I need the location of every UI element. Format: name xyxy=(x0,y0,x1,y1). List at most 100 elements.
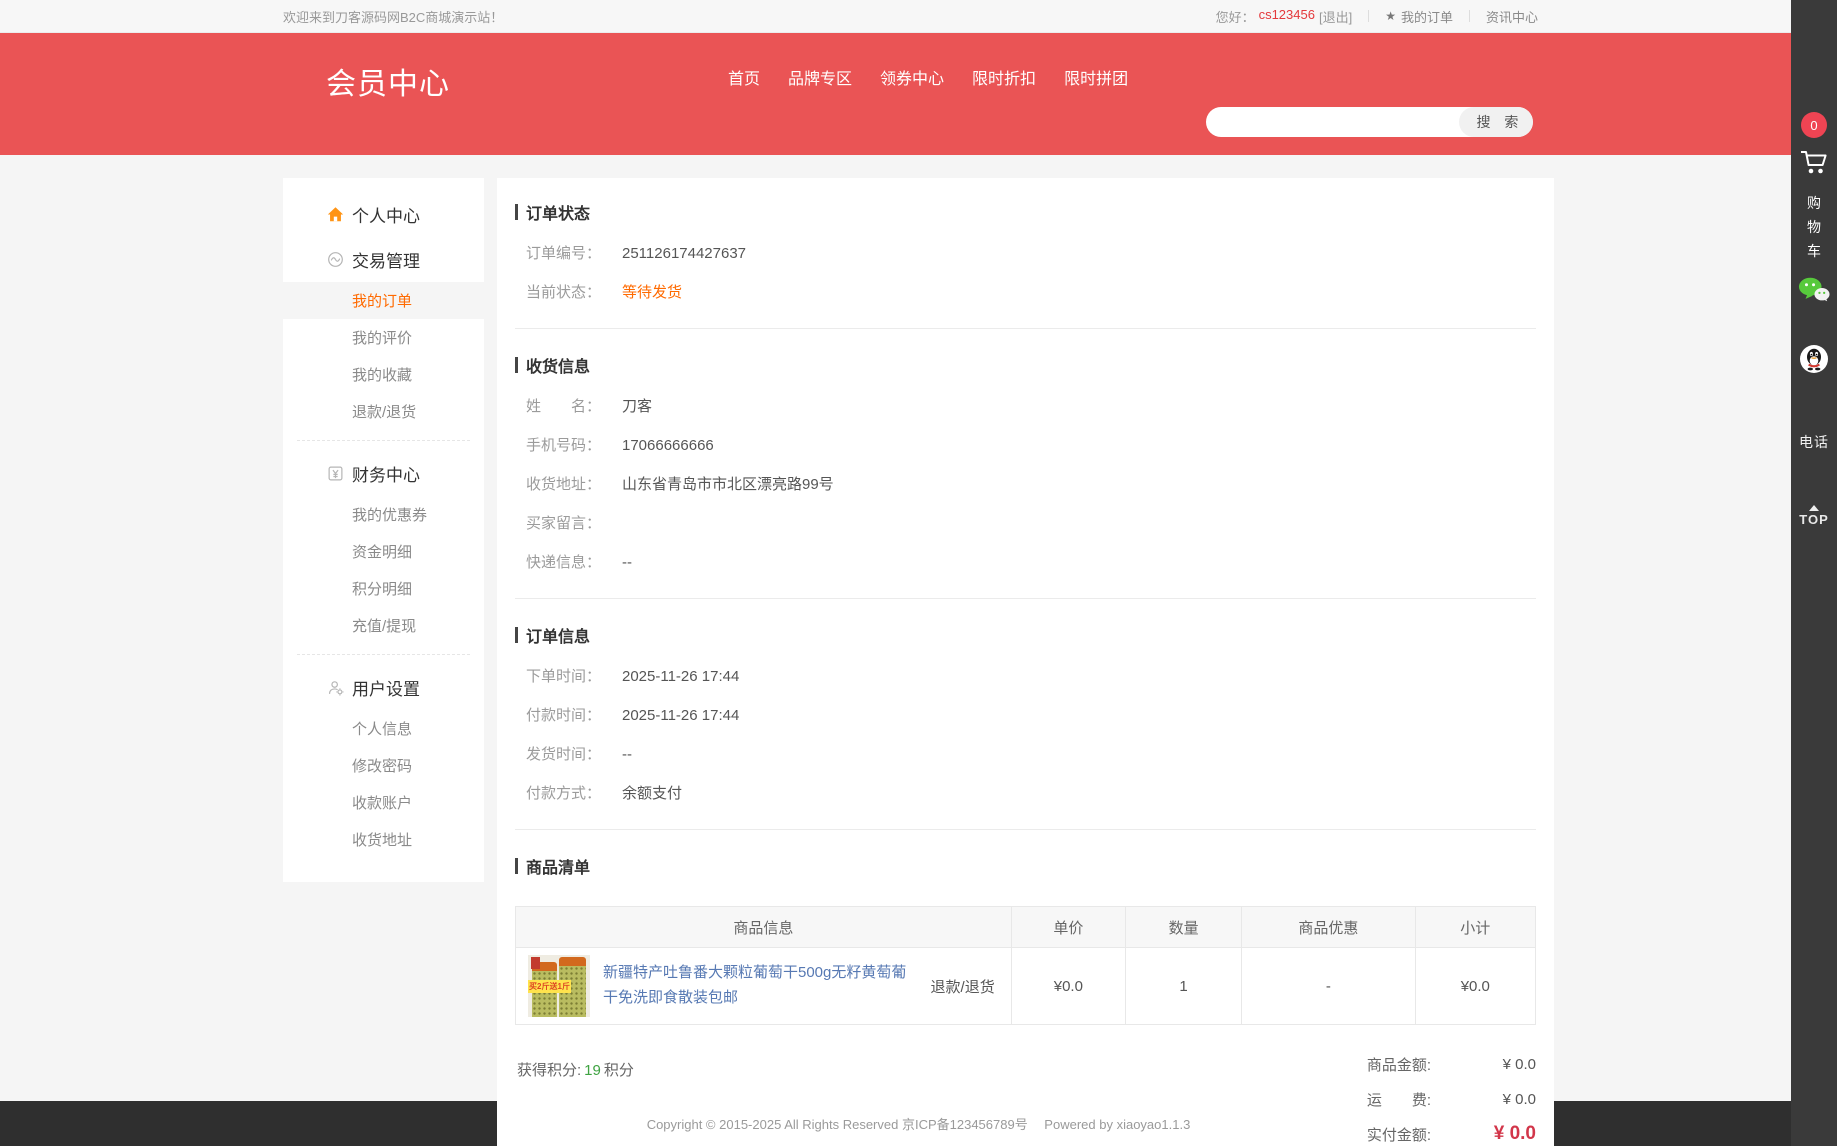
up-arrow-icon xyxy=(1809,505,1819,511)
divider xyxy=(297,654,470,655)
paid-amount: ¥ 0.0 xyxy=(1431,1123,1536,1145)
logout-link[interactable]: [退出] xyxy=(1319,7,1352,26)
goods-amount: ¥ 0.0 xyxy=(1431,1056,1536,1073)
receiver-address: 山东省青岛市市北区漂亮路99号 xyxy=(622,475,834,494)
sidebar-group-trade[interactable]: 交易管理 xyxy=(283,237,484,282)
user-greeting: 您好：cs123456[退出] xyxy=(1216,7,1369,26)
promo-badge: 买2斤送1斤 xyxy=(528,980,571,993)
nav-brands[interactable]: 品牌专区 xyxy=(788,65,852,89)
wechat-icon[interactable] xyxy=(1791,276,1837,303)
express-info: -- xyxy=(622,553,632,572)
divider xyxy=(297,440,470,441)
topbar-news-link[interactable]: 资讯中心 xyxy=(1470,7,1554,26)
trade-icon xyxy=(327,251,344,268)
site-header: 会员中心 首页 品牌专区 领券中心 限时折扣 限时拼团 搜 索 xyxy=(0,33,1837,155)
col-header-subtotal: 小计 xyxy=(1415,907,1535,948)
paid-amount-row: 实付金额: ¥ 0.0 xyxy=(1367,1123,1536,1145)
col-header-unit-price: 单价 xyxy=(1011,907,1125,948)
status-badge: 等待发货 xyxy=(622,283,682,302)
star-icon: ★ xyxy=(1385,9,1396,23)
product-title-link[interactable]: 新疆特产吐鲁番大颗粒葡萄干500g无籽黄萄葡干免洗即食散装包邮 xyxy=(603,961,918,1011)
goods-table: 商品信息 单价 数量 商品优惠 小计 xyxy=(515,906,1536,1025)
totals: 商品金额: ¥ 0.0 运 费: ¥ 0.0 实付金额: ¥ 0.0 xyxy=(1367,1053,1536,1146)
sidebar-item-recharge-withdraw[interactable]: 充值/提现 xyxy=(283,607,484,644)
cart-icon[interactable] xyxy=(1791,148,1837,176)
col-header-discount: 商品优惠 xyxy=(1242,907,1415,948)
sidebar-item-points-details[interactable]: 积分明细 xyxy=(283,570,484,607)
copyright-text: Copyright © 2015-2025 All Rights Reserve… xyxy=(647,1114,1191,1133)
sidebar-group-finance[interactable]: 财务中心 xyxy=(283,451,484,496)
paid-time-row: 付款时间： 2025-11-26 17:44 xyxy=(515,706,1536,725)
sidebar-item-personal-info[interactable]: 个人信息 xyxy=(283,710,484,747)
receiver-address-row: 收货地址： 山东省青岛市市北区漂亮路99号 xyxy=(515,475,1536,494)
sidebar-group-user-settings[interactable]: 用户设置 xyxy=(283,665,484,710)
sidebar-item-my-orders[interactable]: 我的订单 xyxy=(283,282,484,319)
receiver-name-row: 姓 名： 刀客 xyxy=(515,397,1536,416)
back-to-top-button[interactable]: TOP xyxy=(1791,505,1837,527)
table-row: 买2斤送1斤 新疆特产吐鲁番大颗粒葡萄干500g无籽黄萄葡干免洗即食散装包邮 退… xyxy=(516,948,1536,1025)
main-nav: 首页 品牌专区 领券中心 限时折扣 限时拼团 xyxy=(728,65,1128,89)
section-shipping-info: 收货信息 姓 名： 刀客 手机号码： 17066666666 收货地址： 山东省… xyxy=(515,353,1536,599)
main-area: 个人中心 交易管理 我的订单 我的评价 我的收藏 退款/退货 xyxy=(0,155,1837,1101)
order-number-row: 订单编号： 251126174427637 xyxy=(515,244,1536,263)
phone-label[interactable]: 电话 xyxy=(1791,432,1837,452)
product-subtotal: ¥0.0 xyxy=(1415,948,1535,1025)
express-info-row: 快递信息： -- xyxy=(515,553,1536,572)
nav-flash-discount[interactable]: 限时折扣 xyxy=(972,65,1036,89)
shipped-time-row: 发货时间： -- xyxy=(515,745,1536,764)
red-tag xyxy=(531,957,540,969)
product-unit-price: ¥0.0 xyxy=(1011,948,1125,1025)
refund-return-link[interactable]: 退款/退货 xyxy=(931,976,999,997)
sidebar-item-refund-return[interactable]: 退款/退货 xyxy=(283,393,484,430)
product-discount: - xyxy=(1242,948,1415,1025)
shipped-time: -- xyxy=(622,745,632,764)
section-order-info: 订单信息 下单时间： 2025-11-26 17:44 付款时间： 2025-1… xyxy=(515,623,1536,830)
nav-group-buy[interactable]: 限时拼团 xyxy=(1064,65,1128,89)
title-bar xyxy=(515,357,518,373)
section-title: 订单信息 xyxy=(515,623,1536,647)
sidebar: 个人中心 交易管理 我的订单 我的评价 我的收藏 退款/退货 xyxy=(283,178,484,882)
side-toolbar: 0 购物车 电话 TOP xyxy=(1791,0,1837,1146)
title-bar xyxy=(515,858,518,874)
pay-method-row: 付款方式： 余额支付 xyxy=(515,784,1536,803)
sidebar-group-personal-center[interactable]: 个人中心 xyxy=(283,192,484,237)
sidebar-item-my-coupons[interactable]: 我的优惠券 xyxy=(283,496,484,533)
pay-method: 余额支付 xyxy=(622,784,682,803)
points-value: 19 xyxy=(584,1062,601,1079)
order-detail-panel: 订单状态 订单编号： 251126174427637 当前状态： 等待发货 收货… xyxy=(497,178,1554,1146)
sidebar-item-payment-account[interactable]: 收款账户 xyxy=(283,784,484,821)
cart-label[interactable]: 购物车 xyxy=(1791,192,1837,263)
nav-home[interactable]: 首页 xyxy=(728,65,760,89)
sidebar-item-my-favorites[interactable]: 我的收藏 xyxy=(283,356,484,393)
welcome-text: 欢迎来到刀客源码网B2C商城演示站！ xyxy=(283,7,503,26)
product-image[interactable]: 买2斤送1斤 xyxy=(528,955,590,1017)
section-title: 收货信息 xyxy=(515,353,1536,377)
product-cell: 买2斤送1斤 新疆特产吐鲁番大颗粒葡萄干500g无籽黄萄葡干免洗即食散装包邮 退… xyxy=(516,948,1011,1024)
product-quantity: 1 xyxy=(1125,948,1241,1025)
user-settings-icon xyxy=(327,679,344,696)
shipping-fee: ¥ 0.0 xyxy=(1431,1091,1536,1108)
paid-time: 2025-11-26 17:44 xyxy=(622,706,739,725)
topbar: 欢迎来到刀客源码网B2C商城演示站！ 您好：cs123456[退出] ★ 我的订… xyxy=(0,0,1837,33)
section-title: 订单状态 xyxy=(515,200,1536,224)
sidebar-item-shipping-address[interactable]: 收货地址 xyxy=(283,821,484,858)
search-button[interactable]: 搜 索 xyxy=(1459,107,1533,137)
greeting-label: 您好： xyxy=(1216,7,1255,26)
qq-icon[interactable] xyxy=(1791,344,1837,374)
sidebar-item-change-password[interactable]: 修改密码 xyxy=(283,747,484,784)
topbar-my-orders-link[interactable]: ★ 我的订单 xyxy=(1369,7,1469,26)
username: cs123456 xyxy=(1259,7,1315,26)
buyer-message-row: 买家留言： xyxy=(515,514,1536,533)
earned-points: 获得积分:19积分 xyxy=(515,1059,634,1146)
search-bar: 搜 索 xyxy=(1206,107,1533,137)
section-title: 商品清单 xyxy=(515,854,1536,878)
receiver-phone-row: 手机号码： 17066666666 xyxy=(515,436,1536,455)
order-number: 251126174427637 xyxy=(622,244,746,263)
search-input[interactable] xyxy=(1206,107,1459,137)
order-status-row: 当前状态： 等待发货 xyxy=(515,283,1536,302)
shipping-fee-row: 运 费: ¥ 0.0 xyxy=(1367,1088,1536,1110)
sidebar-item-my-reviews[interactable]: 我的评价 xyxy=(283,319,484,356)
finance-icon xyxy=(327,465,344,482)
sidebar-item-fund-details[interactable]: 资金明细 xyxy=(283,533,484,570)
nav-coupons[interactable]: 领券中心 xyxy=(880,65,944,89)
